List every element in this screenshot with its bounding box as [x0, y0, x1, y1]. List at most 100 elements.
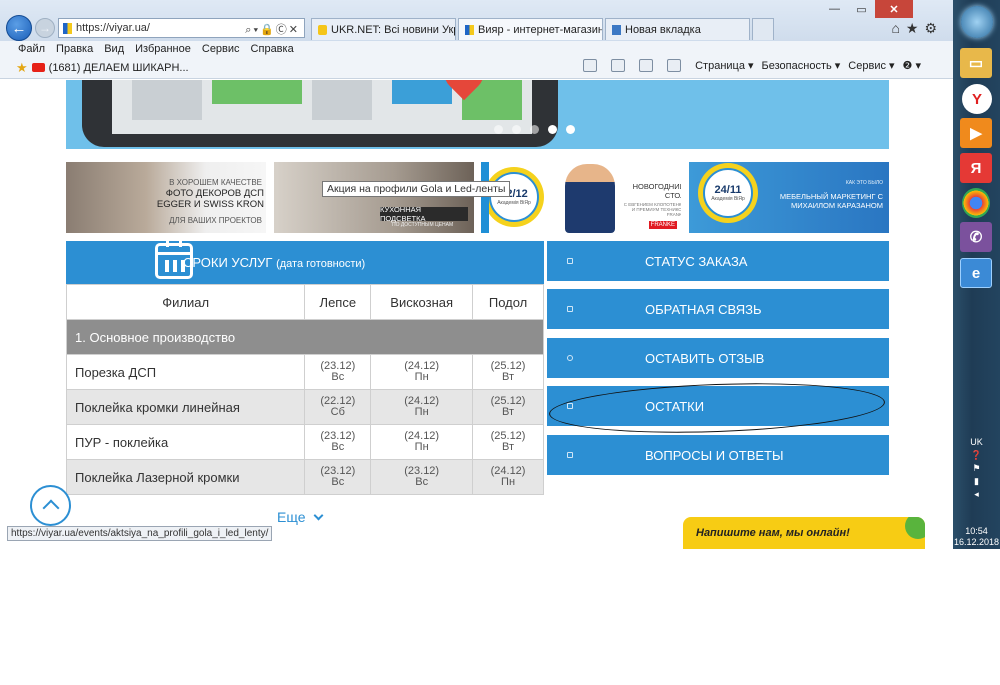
menu-edit[interactable]: Правка: [56, 43, 93, 55]
date-cell: (25.12) Вт: [472, 354, 544, 390]
column-header: Филиал: [65, 284, 306, 320]
schedule-subtitle: (дата готовности): [276, 258, 366, 270]
slider-dot[interactable]: [530, 125, 539, 134]
menu-favorites[interactable]: Избранное: [135, 43, 191, 55]
viber-icon[interactable]: ✆: [960, 222, 992, 252]
help-tray-icon[interactable]: ❓: [953, 449, 1000, 462]
column-header: Подол: [472, 284, 544, 320]
yandex-browser-icon[interactable]: Y: [962, 84, 992, 114]
close-window-icon[interactable]: ✕: [875, 0, 913, 18]
date-cell: (25.12) Вт: [472, 389, 544, 425]
faq-button[interactable]: ВОПРОСЫ И ОТВЕТЫ: [547, 435, 889, 475]
date-cell: (22.12) Сб: [304, 389, 372, 425]
language-indicator[interactable]: UK: [953, 436, 1000, 449]
table-row: Поклейка кромки линейная (22.12) Сб (24.1…: [65, 389, 544, 425]
online-chat-widget[interactable]: Напишите нам, мы онлайн!: [683, 517, 925, 549]
tab-title: Вияр - интернет-магазин ...: [478, 23, 603, 36]
tooltip: Акция на профили Gola и Led-ленты: [322, 181, 511, 197]
comment-icon: [567, 355, 573, 361]
favorite-link[interactable]: (1681) ДЕЛАЕМ ШИКАРН...: [49, 62, 189, 74]
slider-dot[interactable]: [566, 125, 575, 134]
volume-tray-icon[interactable]: ◂: [953, 488, 1000, 501]
ie-tools-icons[interactable]: ⌂★⚙: [891, 20, 943, 37]
schedule-title: СРОКИ УСЛУГ (дата готовности): [183, 255, 365, 270]
address-controls-icon[interactable]: ⌕▾🔒Ⓒ✕: [245, 21, 300, 37]
date-cell: (24.12) Пн: [472, 459, 544, 495]
minimize-icon[interactable]: —: [821, 0, 848, 18]
maximize-icon[interactable]: ▭: [848, 0, 875, 18]
table-header-row: Филиал Лепсе Вискозная Подол: [65, 284, 544, 320]
chrome-icon[interactable]: [962, 188, 990, 218]
status-bar-url: https://viyar.ua/events/aktsiya_na_profi…: [7, 526, 273, 541]
page-menu[interactable]: Страница ▾: [695, 59, 753, 72]
tab-new[interactable]: Новая вкладка: [605, 18, 750, 40]
chat-label: Напишите нам, мы онлайн!: [696, 527, 850, 539]
back-button[interactable]: ←: [6, 15, 32, 41]
tab-ukrnet[interactable]: UKR.NET: Всі новини України,...: [311, 18, 456, 40]
flag-tray-icon[interactable]: ⚑: [953, 462, 1000, 475]
presenter-photo: [565, 164, 615, 233]
tab-viyar[interactable]: Вияр - интернет-магазин ... ✕: [458, 18, 603, 40]
menu-tools[interactable]: Сервис: [202, 43, 240, 55]
forward-button[interactable]: →: [35, 18, 55, 38]
tab-title: Новая вкладка: [625, 23, 701, 36]
banner-decor-photos[interactable]: В ХОРОШЕМ КАЧЕСТВЕ ФОТО ДЕКОРОВ ДСП EGGE…: [66, 162, 266, 233]
banner-sub: ПО ДОСТУПНЫМ ЦЕНАМ: [392, 222, 454, 228]
date-cell: (23.12) Вс: [370, 459, 474, 495]
mail-icon[interactable]: [639, 59, 654, 72]
favorites-star-icon[interactable]: ★: [16, 60, 28, 76]
leave-review-button[interactable]: ОСТАВИТЬ ОТЗЫВ: [547, 338, 889, 378]
help-menu[interactable]: ❷ ▾: [903, 59, 921, 72]
clock[interactable]: 10:54 16.12.2018: [953, 526, 1000, 548]
tablet-illustration: [82, 80, 558, 147]
menu-file[interactable]: Файл: [18, 43, 45, 55]
internet-explorer-icon[interactable]: e: [960, 258, 992, 288]
network-tray-icon[interactable]: ▮: [953, 475, 1000, 488]
window-controls: — ▭ ✕: [821, 0, 913, 18]
home-icon[interactable]: [583, 59, 598, 72]
feedback-button[interactable]: ОБРАТНАЯ СВЯЗЬ: [547, 289, 889, 329]
table-row: Поклейка Лазерной кромки (23.12) Вс (23.1…: [65, 459, 544, 495]
slider-dot[interactable]: [494, 125, 503, 134]
chat-leaf-icon: [905, 517, 925, 539]
group-label: 1. Основное производство: [66, 319, 544, 355]
media-player-icon[interactable]: ▶: [960, 118, 992, 148]
banner-small: В ХОРОШЕМ КАЧЕСТВЕ: [169, 178, 262, 187]
explorer-icon[interactable]: ▭: [960, 48, 992, 78]
security-menu[interactable]: Безопасность ▾: [762, 59, 841, 72]
slider-dot-active[interactable]: [548, 125, 557, 134]
hero-slider[interactable]: [66, 80, 889, 149]
menu-view[interactable]: Вид: [104, 43, 124, 55]
date-badge: 24/11 Академія ВіЯр: [703, 168, 753, 218]
scroll-top-button[interactable]: [30, 485, 71, 526]
banner-kitchen-lighting[interactable]: КУХОННАЯ ПОДСВЕТКА ПО ДОСТУПНЫМ ЦЕНАМ: [274, 162, 474, 233]
print-icon[interactable]: [667, 59, 682, 72]
more-link[interactable]: Еще: [277, 509, 323, 525]
table-row: Порезка ДСП (23.12) Вс (24.12) Пн (25.12) В…: [65, 354, 544, 390]
table-row: ПУР - поклейка (23.12) Вс (24.12) Пн (25.1…: [65, 424, 544, 460]
badge-sub: Академія ВіЯр: [711, 196, 745, 202]
banner-furniture-marketing[interactable]: 24/11 Академія ВіЯр КАК ЭТО БЫЛО МЕБЕЛЬН…: [689, 162, 889, 233]
command-bar: Страница ▾ Безопасность ▾ Сервис ▾ ❷ ▾: [583, 59, 929, 72]
new-tab-button[interactable]: [752, 18, 774, 40]
banner-new-year-table[interactable]: 22/12 Академія ВіЯр НОВОГОДНИЙ СТОЛ С ЕВ…: [481, 162, 681, 233]
rss-icon[interactable]: [611, 59, 626, 72]
box-icon: [567, 258, 573, 264]
button-label: ОБРАТНАЯ СВЯЗЬ: [645, 301, 762, 317]
yandex-icon[interactable]: Я: [960, 153, 992, 183]
clock-date: 16.12.2018: [953, 537, 1000, 547]
address-bar[interactable]: https://viyar.ua/ ⌕▾🔒Ⓒ✕: [58, 18, 305, 38]
group-row: 1. Основное производство: [66, 319, 544, 355]
banner-title: МЕБЕЛЬНЫЙ МАРКЕТИНГ С МИХАИЛОМ КАРАЗАНОМ: [779, 192, 883, 210]
slider-dot[interactable]: [512, 125, 521, 134]
slider-dots: [494, 125, 584, 134]
order-status-button[interactable]: СТАТУС ЗАКАЗА: [547, 241, 889, 281]
tools-menu[interactable]: Сервис ▾: [848, 59, 894, 72]
button-label: СТАТУС ЗАКАЗА: [645, 253, 748, 269]
question-icon: [567, 452, 573, 458]
menu-help[interactable]: Справка: [251, 43, 294, 55]
chevron-down-icon: [313, 510, 323, 521]
badge-date: 24/11: [714, 184, 742, 196]
ie-favicon-icon: [612, 24, 621, 35]
start-button-icon[interactable]: [961, 6, 993, 38]
